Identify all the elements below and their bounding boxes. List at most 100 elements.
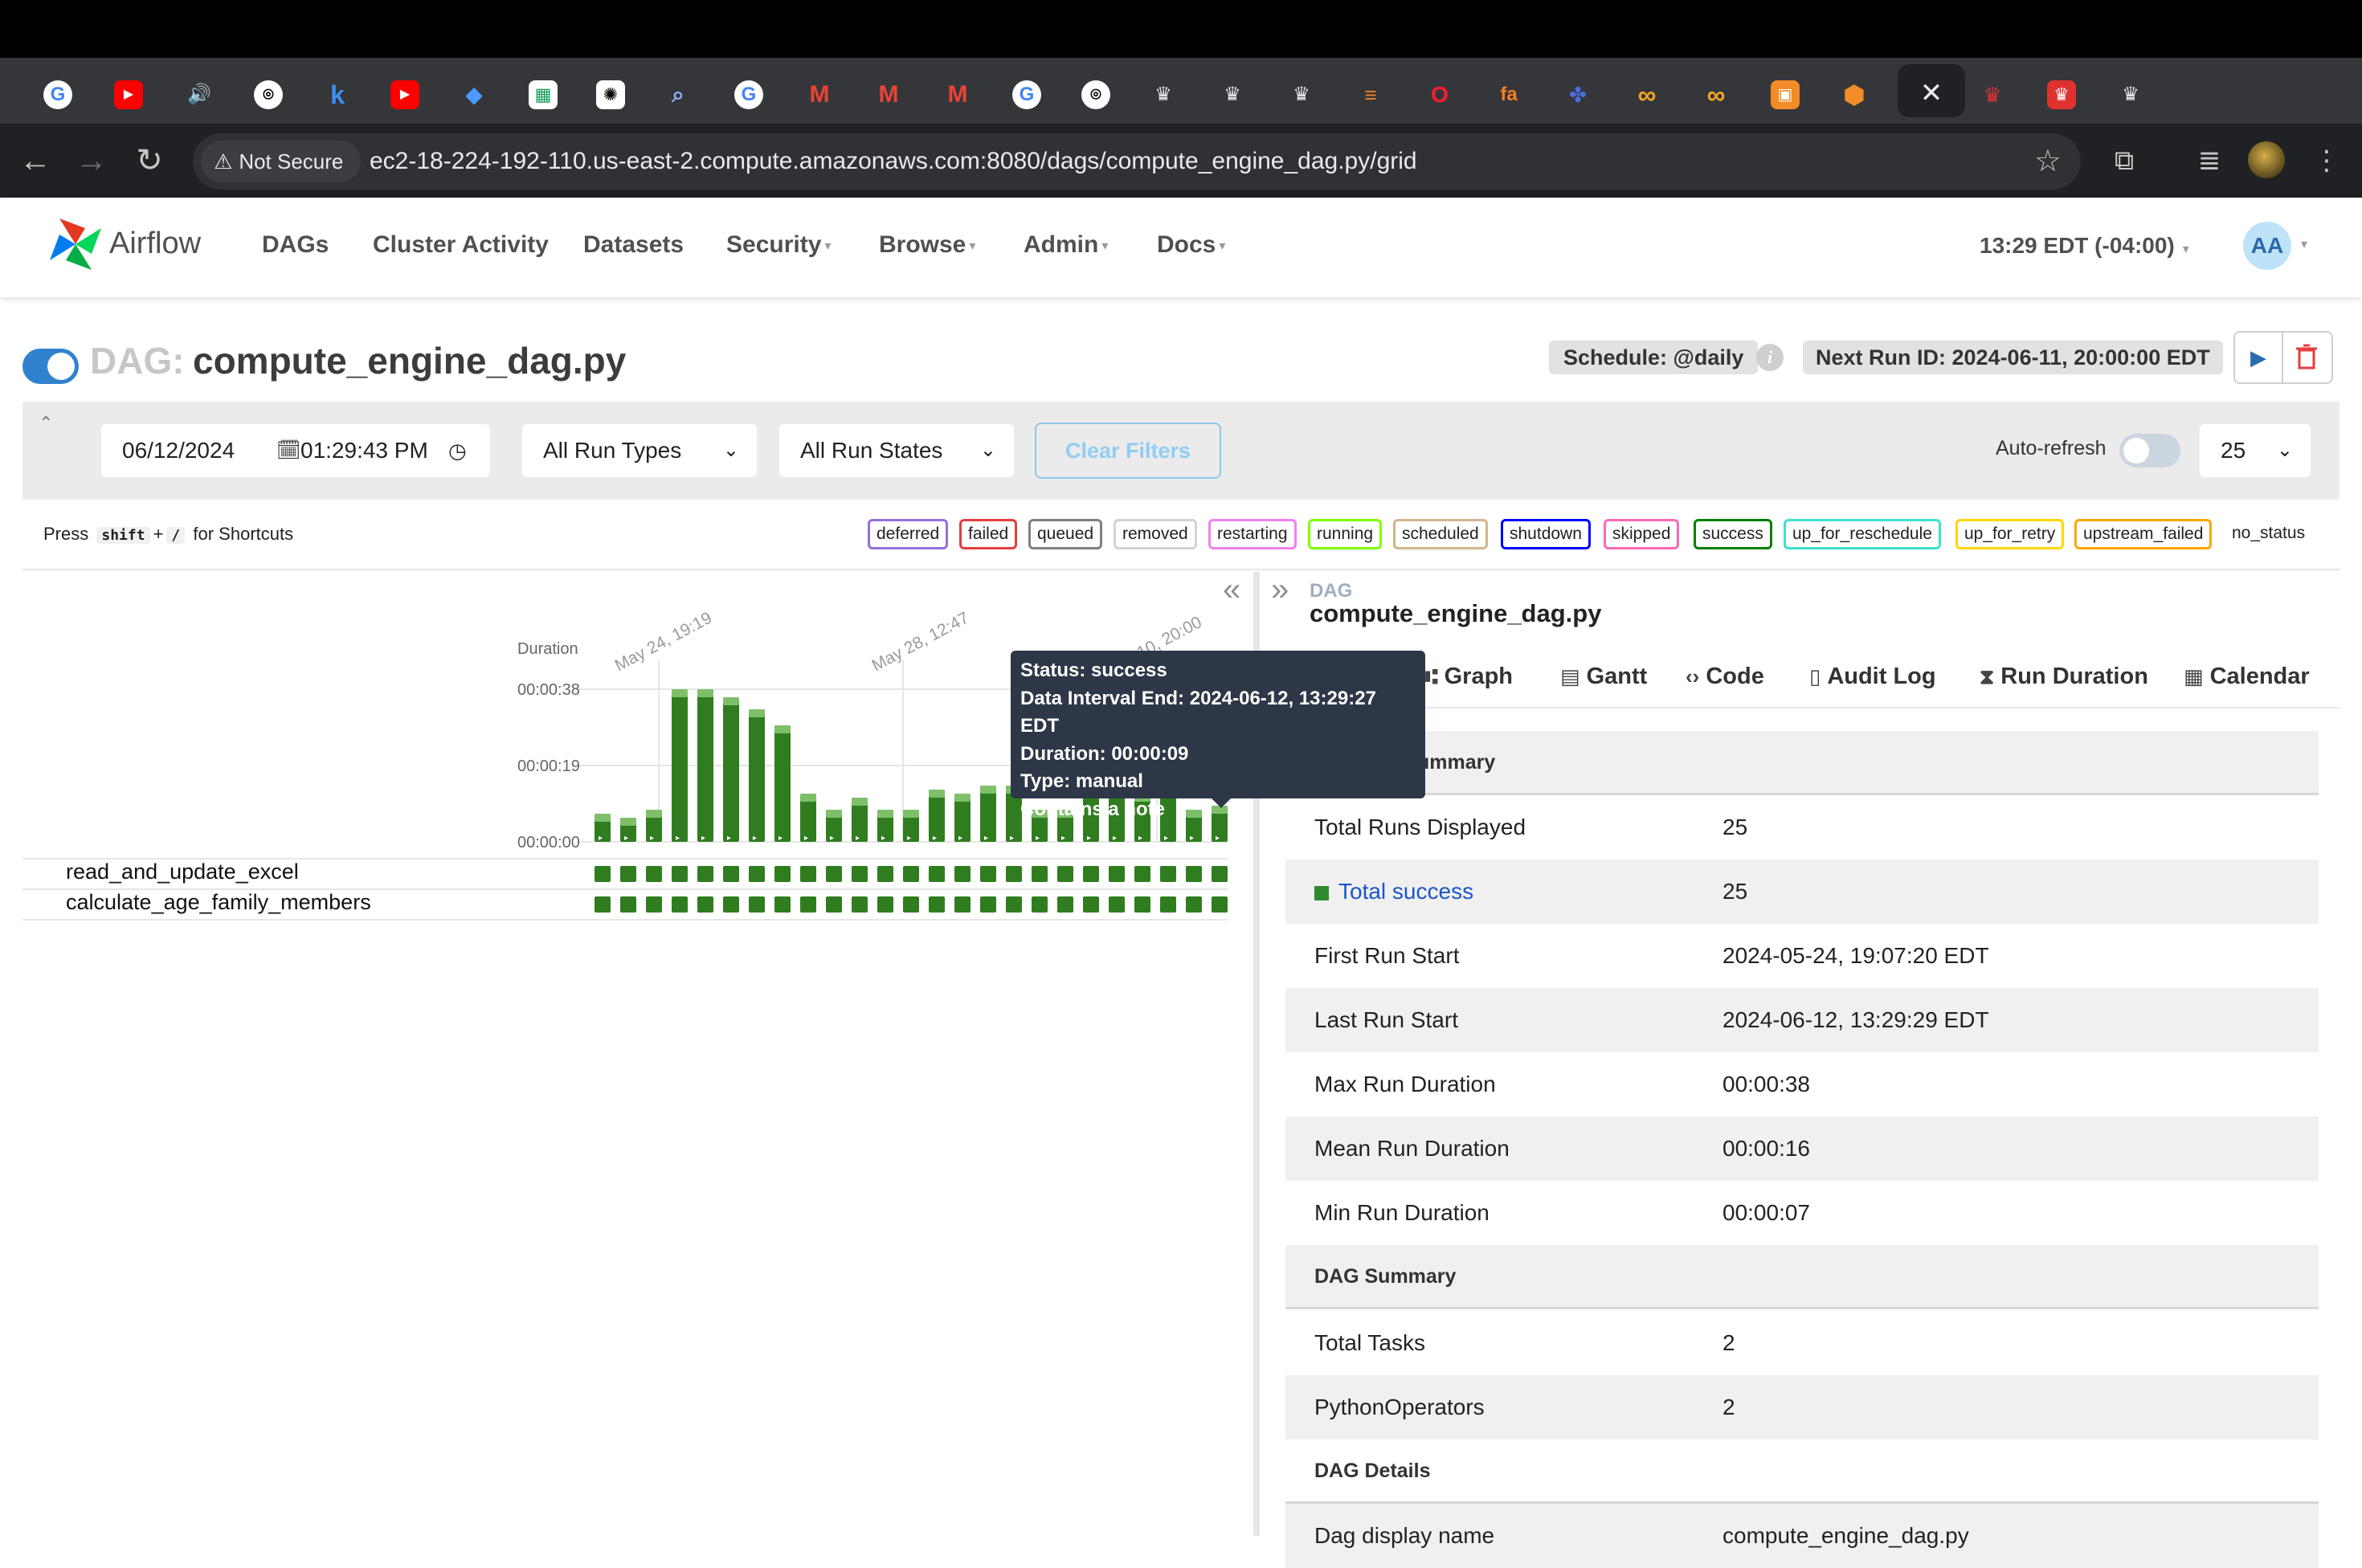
tab-crown-4[interactable]: ♛ — [2097, 64, 2164, 117]
auto-refresh-toggle[interactable] — [2119, 434, 2180, 468]
tab-graph[interactable]: ⑆ Graph — [1425, 664, 1513, 690]
legend-skipped[interactable]: skipped — [1604, 519, 1680, 549]
not-secure-chip[interactable]: ⚠ Not Secure — [201, 141, 362, 182]
calendar-icon[interactable]: 🗓 — [276, 424, 300, 477]
legend-up-for-reschedule[interactable]: up_for_reschedule — [1784, 519, 1941, 549]
tab-code[interactable]: ‹› Code — [1686, 664, 1764, 690]
caret-down-icon: ▾ — [2182, 243, 2189, 256]
nav-datasets[interactable]: Datasets — [583, 231, 684, 259]
legend-failed[interactable]: failed — [959, 519, 1018, 549]
reload-icon[interactable]: ↻ — [129, 140, 170, 182]
legend-running[interactable]: running — [1308, 519, 1383, 549]
tab-google[interactable]: G — [24, 64, 92, 117]
timezone-clock[interactable]: 13:29 EDT (-04:00) ▾ — [1980, 233, 2189, 259]
tab-audit-log[interactable]: ▯ Audit Log — [1809, 664, 1936, 690]
nav-dags[interactable]: DAGs — [262, 231, 329, 259]
details-crumb-name[interactable]: compute_engine_dag.py — [1310, 599, 1601, 628]
user-avatar[interactable]: AA — [2243, 222, 2291, 270]
legend-upstream-failed[interactable]: upstream_failed — [2074, 519, 2213, 549]
next-run-badge[interactable]: Next Run ID: 2024-06-11, 20:00:00 EDT — [1803, 341, 2223, 374]
clock-icon[interactable]: ◷ — [448, 424, 467, 477]
collapse-grid-icon[interactable]: « — [1223, 572, 1240, 608]
tab-audio[interactable]: 🔊 — [166, 64, 233, 117]
task-name-read-and-update-excel[interactable]: read_and_update_excel — [66, 860, 299, 884]
close-tab-icon[interactable]: ✕ — [1917, 79, 1946, 111]
legend-scheduled[interactable]: scheduled — [1393, 519, 1488, 549]
dag-runs-summary-title: ummary — [1417, 751, 1496, 774]
legend-restarting[interactable]: restarting — [1208, 519, 1297, 549]
play-mark-icon: ▸ — [650, 834, 654, 843]
address-bar[interactable]: ⚠ Not Secure ec2-18-224-192-110.us-east-2… — [193, 133, 2081, 190]
legend-success[interactable]: success — [1694, 519, 1772, 549]
tab-run-duration[interactable]: ⧗ Run Duration — [1980, 664, 2148, 690]
tab-gmail-1[interactable]: M — [786, 64, 853, 117]
page-size-select[interactable]: 25 ⌄ — [2200, 424, 2311, 477]
summary-key[interactable]: Total success — [1314, 860, 1473, 924]
info-icon[interactable]: i — [1756, 344, 1784, 371]
tab-github[interactable]: ⌾ — [235, 64, 302, 117]
url-text[interactable]: ec2-18-224-192-110.us-east-2.compute.ama… — [370, 133, 1417, 190]
tab-github-2[interactable]: ⌾ — [1062, 64, 1130, 117]
media-controls-icon[interactable]: ≣ — [2188, 140, 2230, 182]
tab-k[interactable]: k — [304, 64, 371, 117]
run-type-select[interactable]: All Run Types ⌄ — [522, 424, 757, 477]
legend-queued[interactable]: queued — [1028, 519, 1103, 549]
tab-crown-red-box[interactable]: ♛ — [2028, 64, 2095, 117]
back-arrow-icon[interactable]: ← — [14, 140, 56, 182]
task-name-calculate-age-family-members[interactable]: calculate_age_family_members — [66, 890, 371, 915]
nav-admin[interactable]: Admin ▾ — [1024, 231, 1108, 259]
tab-infinity-2[interactable]: ∞ — [1682, 64, 1750, 117]
tab-airflow-active[interactable]: ✕ — [1898, 64, 1965, 117]
tab-crown-2[interactable]: ♛ — [1199, 64, 1266, 117]
tab-search[interactable]: ⌕ — [644, 64, 712, 117]
tab-stackoverflow[interactable]: ≡ — [1337, 64, 1404, 117]
extensions-puzzle-icon[interactable]: ⧉ — [2103, 140, 2145, 182]
kebab-menu-icon[interactable]: ⋮ — [2306, 140, 2348, 182]
tab-youtube-2[interactable]: ▶ — [371, 64, 439, 117]
nav-cluster-activity[interactable]: Cluster Activity — [373, 231, 549, 259]
tab-openai[interactable]: ✺ — [577, 64, 644, 117]
legend-shutdown[interactable]: shutdown — [1501, 519, 1591, 549]
legend-deferred[interactable]: deferred — [868, 519, 949, 549]
tab-crown-1[interactable]: ♛ — [1130, 64, 1197, 117]
legend-up-for-retry[interactable]: up_for_retry — [1955, 519, 2065, 549]
legend-no-status[interactable]: no_status — [2232, 524, 2305, 543]
tab-crown-3[interactable]: ♛ — [1268, 64, 1335, 117]
tab-calendar[interactable]: ▦ Calendar — [2184, 664, 2310, 690]
tab-infinity-1[interactable]: ∞ — [1613, 64, 1681, 117]
tab-google-3[interactable]: G — [993, 64, 1060, 117]
trigger-dag-button[interactable]: ▶ — [2233, 331, 2283, 384]
tab-box[interactable]: ▣ — [1751, 64, 1819, 117]
tab-opera[interactable]: O — [1406, 64, 1473, 117]
total-success-link[interactable]: Total success — [1338, 879, 1473, 904]
tab-youtube[interactable]: ▶ — [95, 64, 162, 117]
tab-sheets[interactable]: ▦ — [509, 64, 577, 117]
tab-fa[interactable]: fa — [1475, 64, 1543, 117]
tab-crown-red[interactable]: ♛ — [1959, 64, 2026, 117]
clear-filters-button[interactable]: Clear Filters — [1035, 423, 1221, 479]
legend-removed[interactable]: removed — [1114, 519, 1197, 549]
tab-cube[interactable]: ⬢ — [1821, 64, 1888, 117]
expand-details-icon[interactable]: » — [1271, 572, 1289, 608]
tab-google-2[interactable]: G — [715, 64, 783, 117]
dag-pause-toggle[interactable] — [22, 349, 79, 384]
forward-arrow-icon[interactable]: → — [71, 140, 112, 182]
tab-gmail-3[interactable]: M — [924, 64, 991, 117]
nav-browse[interactable]: Browse ▾ — [879, 231, 975, 259]
browser-profile-avatar[interactable] — [2248, 141, 2285, 178]
airflow-brand-label[interactable]: Airflow — [109, 227, 201, 261]
tab-jira[interactable]: ◆ — [440, 64, 508, 117]
nav-security[interactable]: Security ▾ — [726, 231, 831, 259]
base-date-input[interactable]: 06/12/2024 🗓 01:29:43 PM ◷ — [101, 424, 490, 477]
tab-gmail-2[interactable]: M — [855, 64, 922, 117]
delete-dag-button[interactable] — [2283, 331, 2333, 384]
schedule-badge[interactable]: Schedule: @daily — [1549, 341, 1759, 374]
tab-slack[interactable]: ✤ — [1544, 64, 1612, 117]
caret-down-icon[interactable]: ▾ — [2301, 236, 2307, 252]
tab-gantt[interactable]: ▤ Gantt — [1560, 664, 1647, 690]
collapse-up-icon[interactable]: ⌃ — [39, 413, 53, 434]
bookmark-star-icon[interactable]: ☆ — [2034, 133, 2062, 190]
run-state-select[interactable]: All Run States ⌄ — [779, 424, 1014, 477]
nav-docs[interactable]: Docs ▾ — [1157, 231, 1225, 259]
airflow-logo-icon[interactable] — [45, 214, 106, 275]
